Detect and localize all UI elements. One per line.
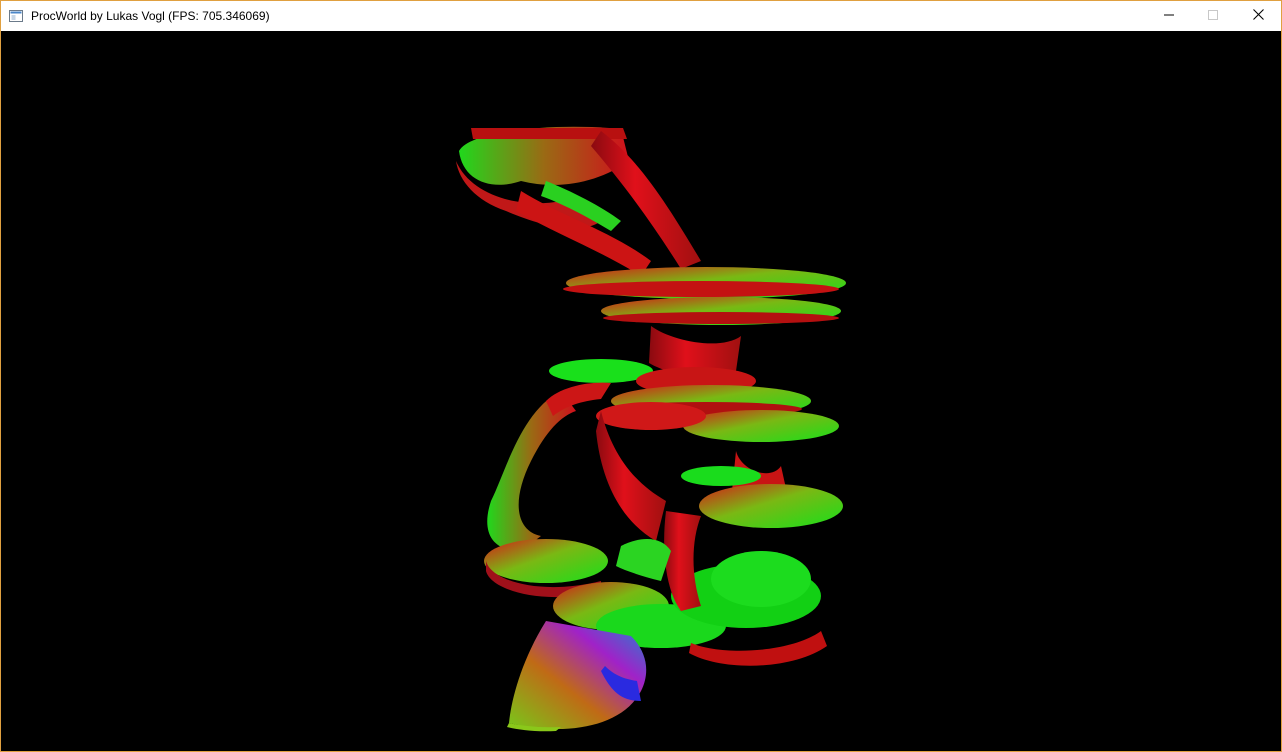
maximize-icon: [1208, 7, 1218, 25]
minimize-button[interactable]: [1146, 1, 1192, 31]
window-title: ProcWorld by Lukas Vogl (FPS: 705.346069…: [31, 9, 270, 23]
procedural-mesh-render: [456, 126, 846, 732]
app-window: ProcWorld by Lukas Vogl (FPS: 705.346069…: [0, 0, 1282, 752]
close-icon: [1252, 7, 1264, 25]
maximize-button[interactable]: [1190, 1, 1236, 31]
render-viewport[interactable]: [1, 31, 1281, 751]
close-button[interactable]: [1235, 1, 1281, 31]
window-app-icon: [9, 9, 23, 22]
minimize-icon: [1164, 7, 1174, 25]
title-bar[interactable]: ProcWorld by Lukas Vogl (FPS: 705.346069…: [1, 1, 1281, 31]
